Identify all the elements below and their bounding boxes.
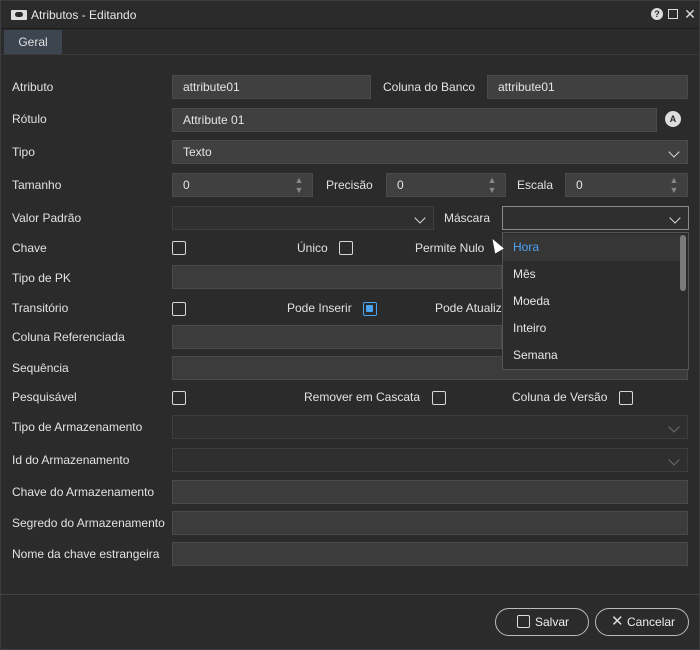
mascara-option-mes[interactable]: Mês [503,261,681,288]
mascara-select[interactable] [502,206,689,230]
tipo-pk-select[interactable] [172,265,502,289]
atributo-field[interactable]: attribute01 [172,75,371,99]
footer-divider [1,594,699,595]
help-icon[interactable]: ? [651,8,663,20]
coluna-versao-label: Coluna de Versão [512,390,608,404]
pode-inserir-label: Pode Inserir [287,301,352,315]
transitorio-checkbox[interactable] [172,302,186,316]
atributo-label: Atributo [12,80,54,94]
chevron-down-icon [669,212,681,224]
translate-icon[interactable]: A [665,111,681,127]
tamanho-stepper[interactable]: 0 ▲ ▼ [172,173,313,197]
precisao-value: 0 [397,178,404,192]
tab-geral[interactable]: Geral [4,30,62,54]
tipo-value: Texto [183,145,212,159]
dropdown-scrollbar[interactable] [680,235,686,291]
mascara-dropdown-list: Hora Mês Moeda Inteiro Semana [502,232,689,370]
spin-up-icon[interactable]: ▲ [487,175,497,185]
cancel-button-label: Cancelar [627,615,676,629]
sequencia-label: Sequência [12,361,69,375]
save-button[interactable]: Salvar [495,608,589,636]
coluna-banco-field[interactable]: attribute01 [487,75,688,99]
tab-bar: Geral [1,29,699,55]
mascara-option-moeda[interactable]: Moeda [503,288,681,315]
nome-chave-estrangeira-field[interactable] [172,542,688,566]
rotulo-label: Rótulo [12,112,47,126]
window-app-icon [11,10,27,20]
precisao-label: Precisão [326,178,373,192]
mascara-label: Máscara [444,211,491,225]
spin-down-icon[interactable]: ▼ [487,185,497,195]
pesquisavel-checkbox[interactable] [172,391,186,405]
coluna-referenciada-label: Coluna Referenciada [12,330,125,344]
nome-chave-estrangeira-label: Nome da chave estrangeira [12,547,160,561]
id-armazenamento-label: Id do Armazenamento [12,453,130,467]
coluna-referenciada-field[interactable] [172,325,502,349]
spin-down-icon[interactable]: ▼ [294,185,304,195]
escala-label: Escala [517,178,554,192]
chave-armazenamento-label: Chave do Armazenamento [12,485,155,499]
maximize-icon[interactable] [668,9,678,19]
pode-atualizar-label: Pode Atualiz [435,301,502,315]
spin-down-icon[interactable]: ▼ [669,185,679,195]
coluna-versao-checkbox[interactable] [619,391,633,405]
tipo-label: Tipo [12,145,35,159]
mascara-option-hora[interactable]: Hora [503,234,681,261]
attribute-editor-window: Atributos - Editando ? ✕ Geral Atributo … [0,0,700,650]
close-icon[interactable]: ✕ [684,7,696,21]
mascara-option-inteiro[interactable]: Inteiro [503,315,681,342]
segredo-armazenamento-field[interactable] [172,511,688,535]
unico-label: Único [297,241,328,255]
tipo-armazenamento-label: Tipo de Armazenamento [12,420,143,434]
chave-checkbox[interactable] [172,241,186,255]
chevron-down-icon [668,146,680,158]
tipo-select[interactable]: Texto [172,140,688,164]
tamanho-value: 0 [183,178,190,192]
chave-armazenamento-field[interactable] [172,480,688,504]
spin-up-icon[interactable]: ▲ [294,175,304,185]
cancel-button[interactable]: ✕ Cancelar [595,608,689,636]
chevron-down-icon [668,454,680,466]
precisao-stepper[interactable]: 0 ▲ ▼ [386,173,506,197]
title-bar: Atributos - Editando ? ✕ [1,1,699,29]
tipo-armazenamento-select[interactable] [172,415,688,439]
escala-value: 0 [576,178,583,192]
transitorio-label: Transitório [12,301,69,315]
remover-cascata-checkbox[interactable] [432,391,446,405]
cancel-icon: ✕ [611,613,624,630]
tamanho-label: Tamanho [12,178,62,192]
unico-checkbox[interactable] [339,241,353,255]
save-button-label: Salvar [535,615,570,629]
mascara-option-semana[interactable]: Semana [503,342,681,369]
chave-label: Chave [12,241,47,255]
remover-cascata-label: Remover em Cascata [304,390,421,404]
save-icon [517,615,530,628]
tipo-pk-label: Tipo de PK [12,271,71,285]
pesquisavel-label: Pesquisável [12,390,77,404]
valor-padrao-label: Valor Padrão [12,211,82,225]
rotulo-field[interactable]: Attribute 01 [172,108,657,132]
chevron-down-icon [414,212,426,224]
valor-padrao-select[interactable] [172,206,434,230]
pode-inserir-checkbox[interactable] [363,302,377,316]
coluna-banco-label: Coluna do Banco [383,80,476,94]
spin-up-icon[interactable]: ▲ [669,175,679,185]
chevron-down-icon [668,421,680,433]
segredo-armazenamento-label: Segredo do Armazenamento [12,516,165,530]
window-title: Atributos - Editando [31,8,137,22]
escala-stepper[interactable]: 0 ▲ ▼ [565,173,688,197]
permite-nulo-label: Permite Nulo [415,241,485,255]
id-armazenamento-select[interactable] [172,448,688,472]
